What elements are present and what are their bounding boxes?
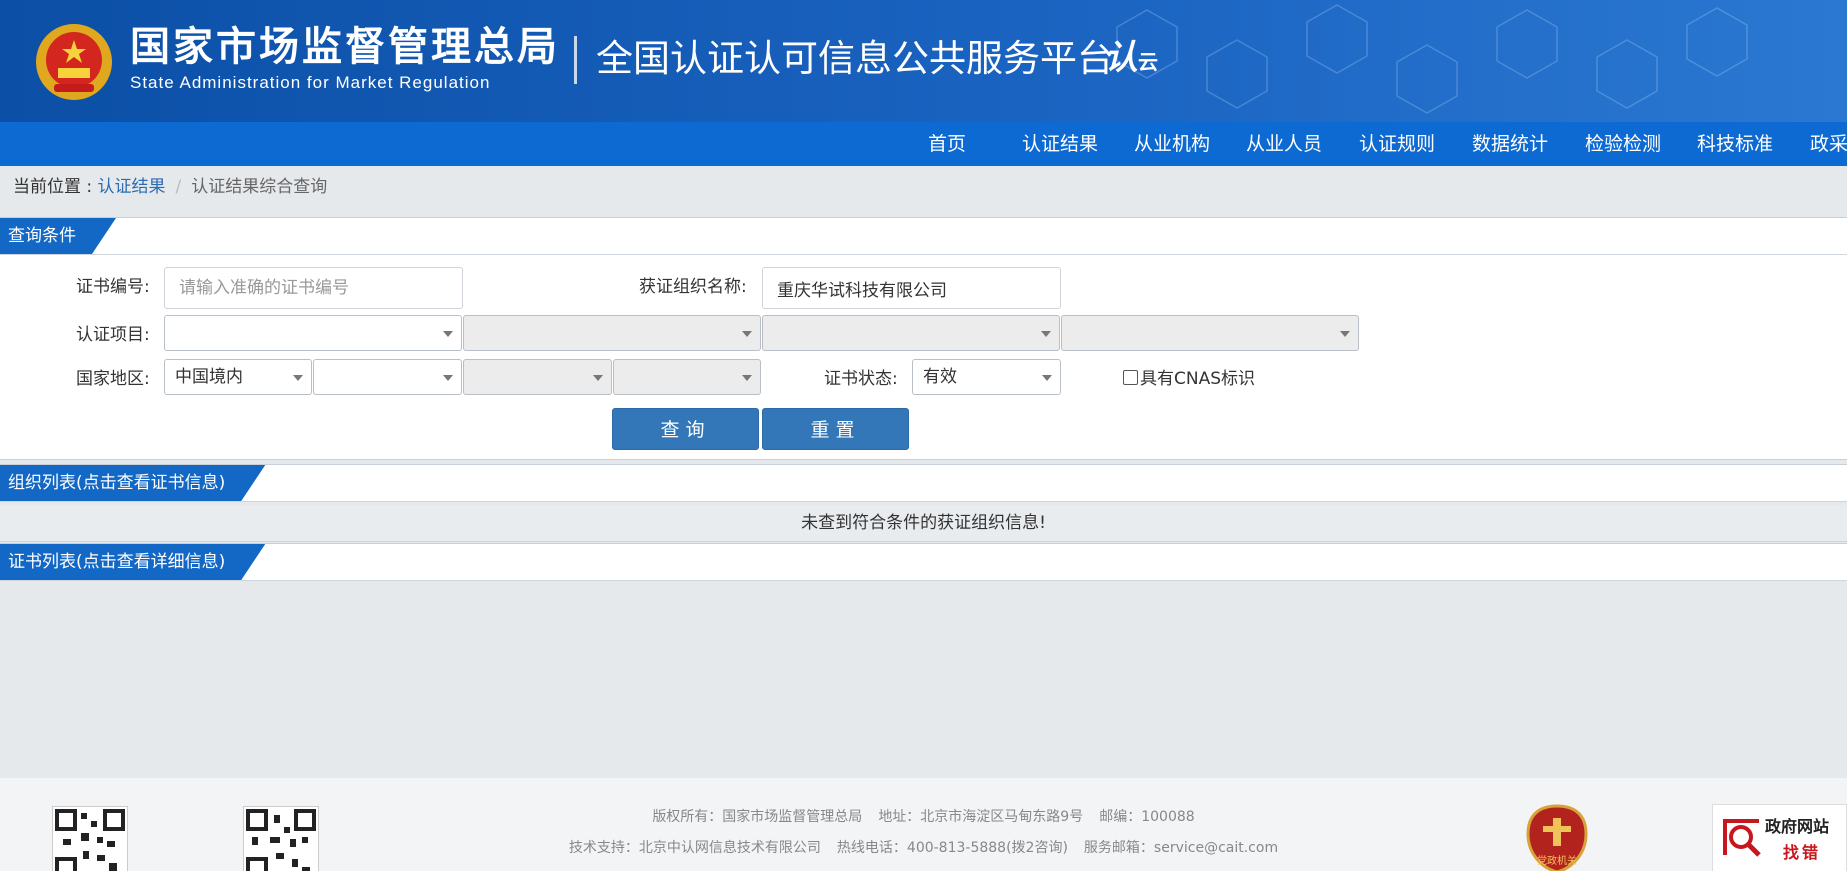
party-badge-text: 党政机关 — [1537, 854, 1577, 867]
cert-project-select-3[interactable] — [762, 315, 1060, 351]
platform-title: 全国认证认可信息公共服务平台 — [596, 37, 1114, 80]
cert-no-input[interactable] — [164, 267, 463, 309]
cert-list-section-title: 证书列表(点击查看详细信息) — [0, 544, 265, 580]
national-emblem-icon — [36, 24, 112, 100]
nav-item-institutions[interactable]: 从业机构 — [1134, 122, 1210, 166]
cnas-checkbox-label: 具有CNAS标识 — [1140, 369, 1256, 389]
chevron-down-icon — [593, 375, 603, 381]
gov-badge-action: 找错 — [1783, 843, 1822, 862]
chevron-down-icon — [1042, 375, 1052, 381]
org-list-empty-message: 未查到符合条件的获证组织信息! — [0, 505, 1847, 542]
footer-hotline: 热线电话：400-813-5888(拨2咨询) — [836, 840, 1068, 856]
footer-postcode: 邮编：100088 — [1099, 809, 1195, 825]
platform-logo-mark: 认云 — [1104, 30, 1158, 79]
org-name-label: 获证组织名称: — [639, 277, 747, 297]
footer-copyright: 版权所有：国家市场监督管理总局 — [652, 809, 863, 825]
region-label: 国家地区: — [76, 369, 150, 389]
chevron-down-icon — [443, 375, 453, 381]
region-select-province[interactable] — [313, 359, 462, 395]
org-name-cn: 国家市场监督管理总局 — [130, 24, 560, 70]
query-section-title: 查询条件 — [0, 218, 116, 254]
cert-status-label: 证书状态: — [824, 369, 898, 389]
nav-item-personnel[interactable]: 从业人员 — [1246, 122, 1322, 166]
cert-no-label: 证书编号: — [76, 277, 150, 297]
breadcrumb-link-cert-results[interactable]: 认证结果 — [98, 177, 166, 197]
nav-item-statistics[interactable]: 数据统计 — [1472, 122, 1548, 166]
breadcrumb: 当前位置 : 认证结果 / 认证结果综合查询 — [13, 174, 327, 200]
nav-item-home[interactable]: 首页 — [928, 122, 966, 166]
cnas-checkbox-wrap[interactable]: 具有CNAS标识 — [1123, 366, 1255, 392]
footer-tech-support: 技术支持：北京中认网信息技术有限公司 — [568, 840, 821, 856]
org-list-section-title: 组织列表(点击查看证书信息) — [0, 465, 265, 501]
platform-mark-suffix: 云 — [1138, 50, 1158, 74]
cert-project-select-4[interactable] — [1061, 315, 1359, 351]
region-select-district[interactable] — [613, 359, 761, 395]
cert-status-select[interactable]: 有效 — [912, 359, 1061, 395]
breadcrumb-current: 认证结果综合查询 — [191, 177, 328, 197]
cert-list-section-header: 证书列表(点击查看详细信息) — [0, 543, 1847, 581]
cert-status-value: 有效 — [923, 367, 957, 387]
chevron-down-icon — [1041, 331, 1051, 337]
nav-item-procurement[interactable]: 政采 — [1810, 122, 1847, 166]
header-divider — [574, 36, 577, 84]
footer-email[interactable]: 服务邮箱：service@cait.com — [1084, 840, 1278, 856]
cert-project-select-1[interactable] — [164, 315, 462, 351]
org-name-en: State Administration for Market Regulati… — [130, 73, 491, 92]
breadcrumb-separator: / — [175, 177, 182, 197]
nav-item-testing[interactable]: 检验检测 — [1585, 122, 1661, 166]
cert-project-label: 认证项目: — [76, 325, 150, 345]
platform-mark-text: 认 — [1104, 38, 1138, 78]
party-government-badge-icon[interactable]: 党政机关 — [1526, 804, 1588, 871]
gov-website-error-report-badge[interactable]: 政府网站 找错 — [1712, 804, 1847, 871]
chevron-down-icon — [742, 375, 752, 381]
magnifier-icon — [1723, 819, 1761, 857]
main-nav: 首页 认证结果 从业机构 从业人员 认证规则 数据统计 检验检测 科技标准 政采 — [0, 122, 1847, 166]
site-header: 国家市场监督管理总局 State Administration for Mark… — [0, 0, 1847, 122]
gov-badge-title: 政府网站 — [1765, 817, 1830, 836]
chevron-down-icon — [443, 331, 453, 337]
search-button[interactable]: 查询 — [612, 408, 759, 450]
region-select-country[interactable]: 中国境内 — [164, 359, 312, 395]
nav-item-cert-results[interactable]: 认证结果 — [1022, 122, 1098, 166]
site-footer: 版权所有：国家市场监督管理总局 地址：北京市海淀区马甸东路9号 邮编：100088 … — [0, 778, 1847, 871]
footer-address: 地址：北京市海淀区马甸东路9号 — [878, 809, 1084, 825]
chevron-down-icon — [742, 331, 752, 337]
region-select-value: 中国境内 — [175, 367, 243, 387]
nav-item-cert-rules[interactable]: 认证规则 — [1359, 122, 1435, 166]
nav-item-standards[interactable]: 科技标准 — [1697, 122, 1773, 166]
org-name-input[interactable] — [762, 267, 1061, 309]
cnas-checkbox[interactable] — [1123, 370, 1138, 385]
hexagon-pattern-decoration — [1116, 4, 1748, 114]
breadcrumb-prefix: 当前位置 : — [13, 177, 98, 197]
cert-project-select-2[interactable] — [463, 315, 761, 351]
region-select-city[interactable] — [463, 359, 612, 395]
chevron-down-icon — [293, 375, 303, 381]
chevron-down-icon — [1340, 331, 1350, 337]
org-list-section-header: 组织列表(点击查看证书信息) — [0, 464, 1847, 502]
reset-button[interactable]: 重置 — [762, 408, 909, 450]
query-section-header: 查询条件 — [0, 218, 1847, 255]
